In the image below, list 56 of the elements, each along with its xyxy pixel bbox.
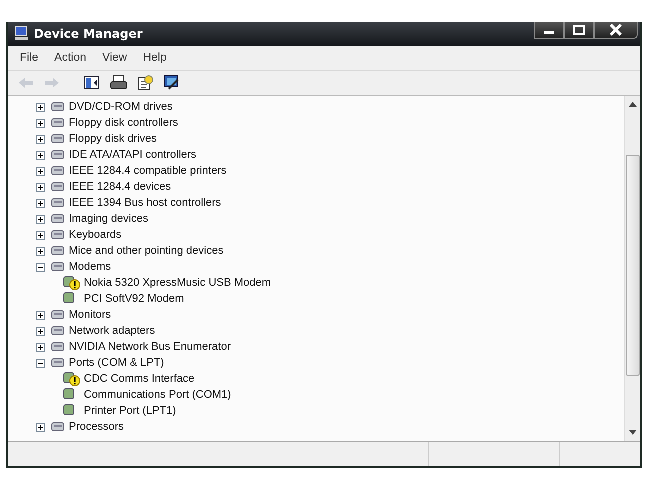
tree-item[interactable]: IDE ATA/ATAPI controllers — [69, 149, 197, 161]
maximize-icon — [573, 25, 585, 35]
close-button[interactable] — [594, 22, 638, 39]
tree-item[interactable]: Processors — [69, 421, 124, 433]
expand-box-icon[interactable] — [36, 102, 45, 112]
printer-icon[interactable] — [110, 75, 128, 91]
tree-item[interactable]: DVD/CD-ROM drives — [69, 101, 173, 113]
tree-item[interactable]: Floppy disk controllers — [69, 117, 178, 129]
menu-item[interactable]: Help — [143, 52, 167, 64]
tree-item[interactable]: IEEE 1284.4 compatible printers — [69, 165, 227, 177]
scan-hardware-icon[interactable] — [164, 75, 180, 91]
tree-item[interactable]: Printer Port (LPT1) — [84, 405, 176, 417]
collapse-box-icon[interactable] — [36, 262, 45, 272]
expand-box-icon[interactable] — [36, 166, 45, 176]
tree-item[interactable]: Communications Port (COM1) — [84, 389, 232, 401]
expand-box-icon[interactable] — [36, 214, 45, 224]
scrollbar[interactable] — [624, 96, 640, 441]
window-title: Device Manager — [34, 27, 143, 41]
tree-item[interactable]: Floppy disk drives — [69, 133, 158, 145]
expand-box-icon[interactable] — [36, 198, 45, 208]
tree-item[interactable]: Nokia 5320 XpressMusic USB Modem — [84, 277, 272, 289]
computer-icon — [14, 26, 30, 42]
expand-box-icon[interactable] — [36, 246, 45, 256]
expand-box-icon[interactable] — [36, 422, 45, 432]
expand-box-icon[interactable] — [36, 150, 45, 160]
maximize-button[interactable] — [564, 22, 594, 39]
expand-box-icon[interactable] — [36, 182, 45, 192]
tree-item[interactable]: Keyboards — [69, 229, 122, 241]
expand-box-icon[interactable] — [36, 326, 45, 336]
tree-item[interactable]: CDC Comms Interface — [84, 373, 195, 385]
collapse-box-icon[interactable] — [36, 358, 45, 368]
expand-box-icon[interactable] — [36, 118, 45, 128]
menu-item[interactable]: View — [102, 52, 128, 64]
properties-icon[interactable] — [138, 75, 154, 91]
expand-box-icon[interactable] — [36, 310, 45, 320]
tree-item[interactable]: Ports (COM & LPT) — [69, 357, 164, 369]
scroll-thumb[interactable] — [626, 155, 640, 376]
expand-box-icon[interactable] — [36, 230, 45, 240]
menu-item[interactable]: Action — [54, 52, 86, 64]
tree-item[interactable]: IEEE 1394 Bus host controllers — [69, 197, 222, 209]
tree-item[interactable]: NVIDIA Network Bus Enumerator — [69, 341, 232, 353]
scroll-up-icon[interactable] — [628, 101, 636, 107]
scroll-down-icon[interactable] — [628, 430, 636, 436]
tree-item[interactable]: Imaging devices — [69, 213, 148, 225]
tree-item[interactable]: Mice and other pointing devices — [69, 245, 224, 257]
expand-box-icon[interactable] — [36, 134, 45, 144]
tree-item[interactable]: Network adapters — [69, 325, 156, 337]
tree-item[interactable]: Monitors — [69, 309, 112, 321]
menu-item[interactable]: File — [20, 52, 39, 64]
tree-item[interactable]: PCI SoftV92 Modem — [84, 293, 184, 305]
close-icon — [609, 24, 623, 36]
console-tree-icon[interactable] — [84, 76, 100, 90]
tree-item[interactable]: Modems — [69, 261, 112, 273]
expand-box-icon[interactable] — [36, 342, 45, 352]
tree-item[interactable]: IEEE 1284.4 devices — [69, 181, 172, 193]
minimize-button[interactable] — [534, 22, 564, 39]
